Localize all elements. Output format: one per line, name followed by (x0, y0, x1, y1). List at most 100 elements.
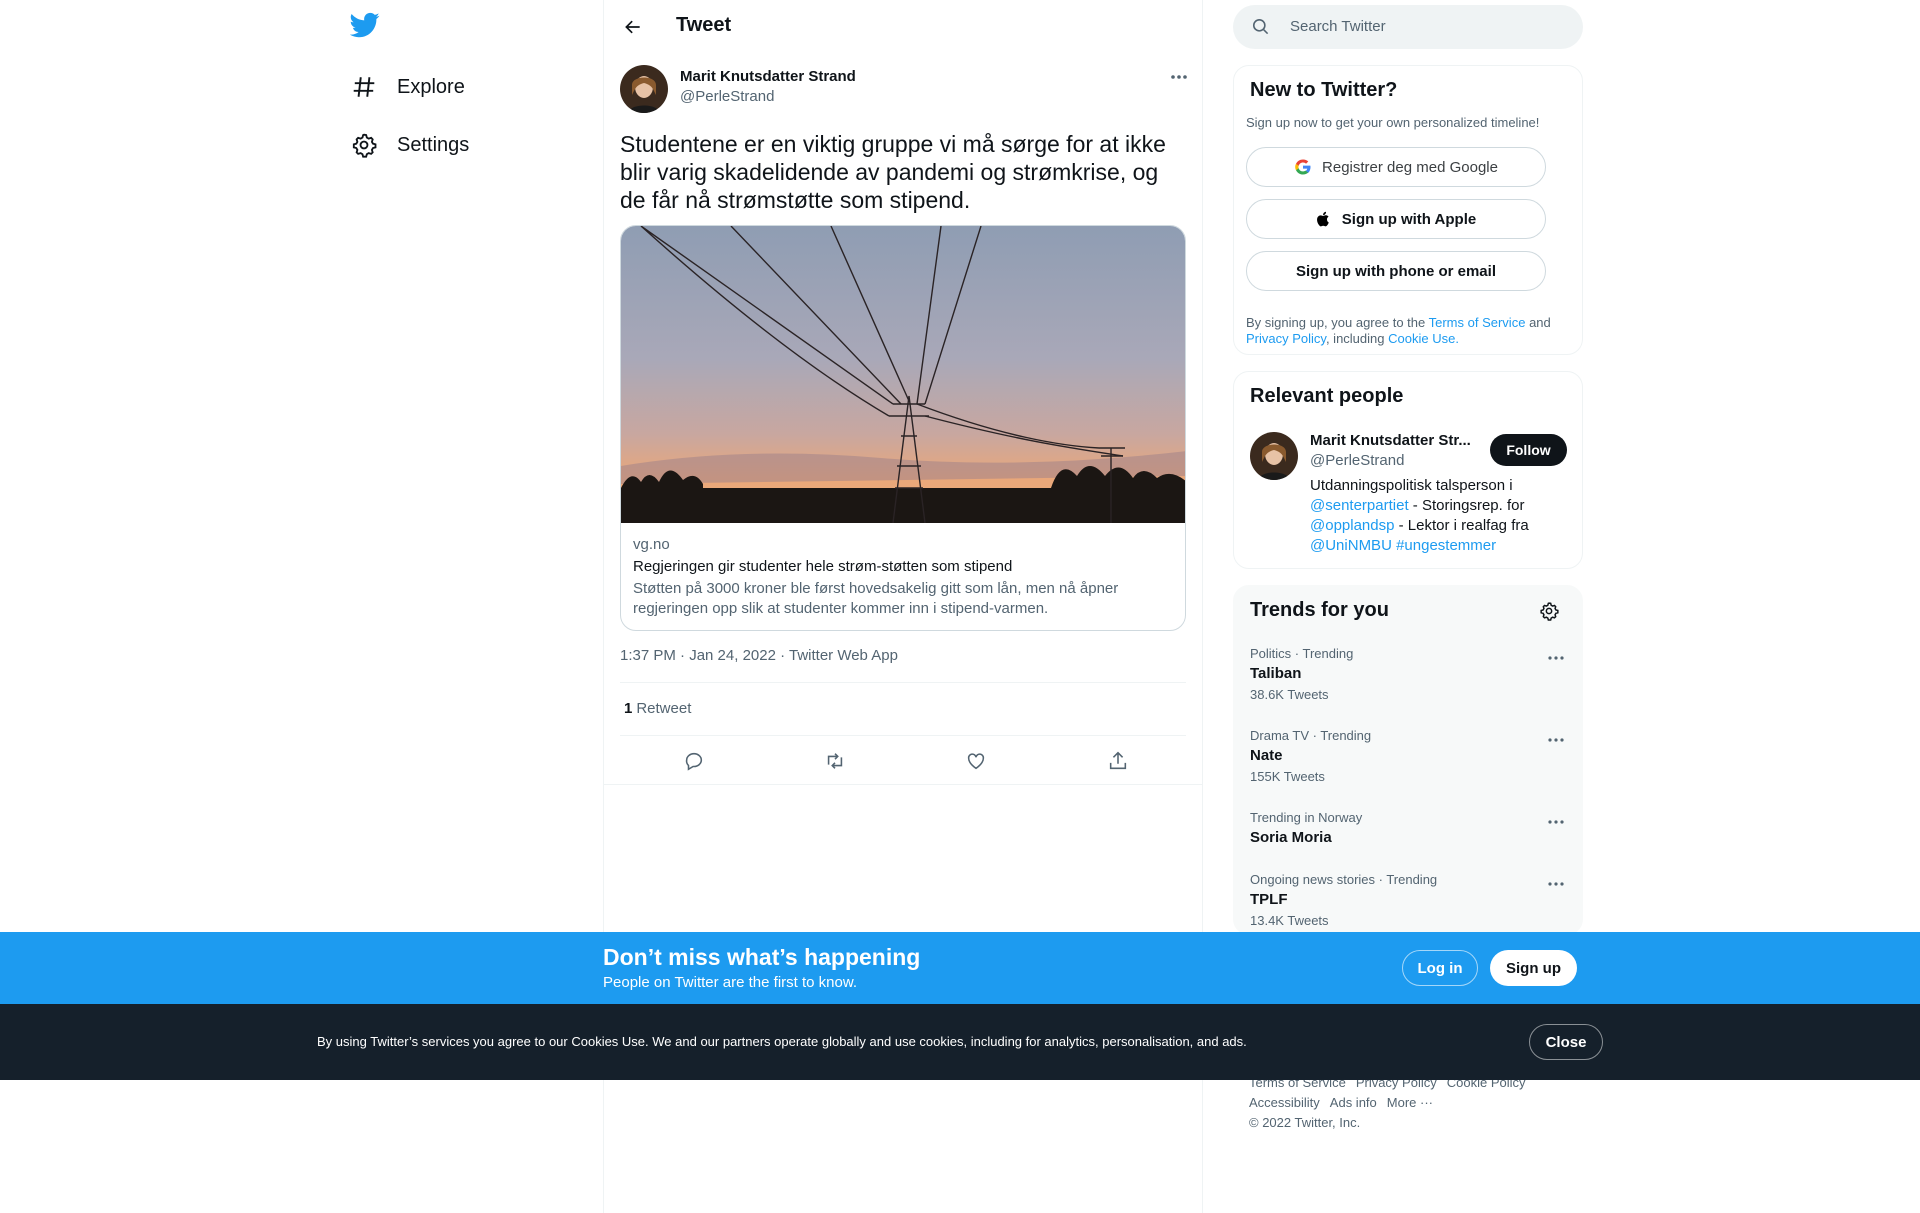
bio-link-uninmbu[interactable]: @UniNMBU (1310, 537, 1392, 554)
search-bar[interactable]: Search Twitter (1233, 5, 1583, 49)
footer-accessibility-link[interactable]: Accessibility (1249, 1095, 1320, 1110)
bio-text: Utdanningspolitisk talsperson i (1310, 477, 1513, 494)
footer-links: Accessibility Ads info More ··· (1249, 1093, 1443, 1113)
trend-context: Drama TV · Trending (1250, 728, 1372, 743)
bio-link-opplandsp[interactable]: @opplandsp (1310, 517, 1394, 534)
retweet-icon[interactable] (817, 746, 853, 776)
reply-icon[interactable] (676, 746, 712, 776)
bio-text: - Lektor i realfag fra (1394, 517, 1529, 534)
trend-item[interactable]: Ongoing news stories · Trending TPLF 13.… (1250, 872, 1568, 929)
trend-context: Ongoing news stories · Trending (1250, 872, 1438, 887)
trend-item[interactable]: Trending in Norway Soria Moria (1250, 810, 1568, 848)
trend-item[interactable]: Politics · Trending Taliban 38.6K Tweets (1250, 646, 1568, 703)
legal-prefix: By signing up, you agree to the (1246, 315, 1426, 330)
more-options-icon[interactable] (1544, 730, 1568, 750)
signup-box: New to Twitter? Sign up now to get your … (1233, 65, 1583, 355)
signup-button[interactable]: Sign up (1490, 950, 1577, 986)
card-meta: vg.no Regjeringen gir studenter hele str… (633, 535, 1173, 619)
person-name[interactable]: Marit Knutsdatter Str... (1310, 432, 1480, 449)
twitter-logo-icon[interactable] (349, 10, 386, 46)
relevant-people-title: Relevant people (1250, 385, 1404, 407)
like-icon[interactable] (958, 746, 994, 776)
signup-banner: Don’t miss what’s happening People on Tw… (0, 932, 1920, 1004)
trends-settings-icon[interactable] (1539, 601, 1559, 626)
share-icon[interactable] (1100, 746, 1136, 776)
nav-explore[interactable]: Explore (350, 63, 465, 111)
card-description: Støtten på 3000 kroner ble først hovedsa… (633, 580, 1119, 617)
bio-hashtag-ungestemmer[interactable]: #ungestemmer (1396, 537, 1496, 554)
search-icon (1251, 17, 1270, 41)
follow-button[interactable]: Follow (1490, 434, 1567, 466)
page-title: Tweet (676, 14, 732, 36)
more-options-icon[interactable] (1164, 66, 1194, 88)
person-handle[interactable]: @PerleStrand (1310, 452, 1404, 469)
link-card[interactable]: vg.no Regjeringen gir studenter hele str… (620, 225, 1186, 631)
login-button[interactable]: Log in (1402, 950, 1478, 986)
divider (620, 735, 1186, 736)
more-options-icon[interactable] (1544, 874, 1568, 894)
tweet-text: Studentene er en viktig gruppe vi må sør… (620, 131, 1166, 213)
trend-count: 13.4K Tweets (1250, 913, 1329, 928)
apple-icon (1316, 210, 1332, 228)
trend-name: Taliban (1250, 665, 1302, 682)
trend-item[interactable]: Drama TV · Trending Nate 155K Tweets (1250, 728, 1568, 785)
banner-title: Don’t miss what’s happening (603, 944, 921, 970)
person-bio: Utdanningspolitisk talsperson i @senterp… (1310, 476, 1560, 556)
gear-icon (350, 131, 378, 159)
card-domain: vg.no (633, 536, 670, 553)
footer-copyright: © 2022 Twitter, Inc. (1249, 1115, 1361, 1130)
trends-title: Trends for you (1250, 599, 1389, 621)
author-handle[interactable]: @PerleStrand (680, 88, 774, 105)
retweet-label: Retweet (636, 700, 692, 717)
trends-box: Trends for you Politics · Trending Talib… (1233, 585, 1583, 935)
terms-link[interactable]: Terms of Service (1429, 315, 1526, 330)
bio-text: - Storingsrep. for (1408, 497, 1525, 514)
cookie-text: By using Twitter’s services you agree to… (317, 1034, 1247, 1049)
author-name[interactable]: Marit Knutsdatter Strand (680, 68, 856, 85)
cookie-use-link[interactable]: Cookie Use. (1388, 331, 1459, 346)
nav-settings-label: Settings (397, 133, 470, 156)
relevant-people-box: Relevant people Marit Knutsdatter Str...… (1233, 371, 1583, 569)
trend-name: TPLF (1250, 891, 1288, 908)
nav-explore-label: Explore (397, 75, 465, 98)
legal-including: , including (1325, 331, 1385, 346)
more-options-icon[interactable] (1544, 812, 1568, 832)
card-image (621, 226, 1185, 523)
phone-email-signup-button[interactable]: Sign up with phone or email (1246, 251, 1546, 291)
tweet-timestamp[interactable]: 1:37 PM · Jan 24, 2022 · Twitter Web App (620, 647, 898, 664)
trend-name: Nate (1250, 747, 1283, 764)
legal-and: and (1529, 315, 1551, 330)
google-signup-label: Registrer deg med Google (1322, 158, 1498, 176)
apple-signup-button[interactable]: Sign up with Apple (1246, 199, 1546, 239)
google-icon (1294, 158, 1312, 176)
cookie-banner: By using Twitter’s services you agree to… (0, 1004, 1920, 1080)
retweet-stats[interactable]: 1 Retweet (624, 700, 691, 717)
trend-context: Politics · Trending (1250, 646, 1354, 661)
trend-context: Trending in Norway (1250, 810, 1363, 825)
trend-count: 38.6K Tweets (1250, 687, 1329, 702)
nav-settings[interactable]: Settings (350, 121, 469, 169)
divider (604, 784, 1202, 785)
footer-more-link[interactable]: More ··· (1387, 1095, 1433, 1110)
cookie-close-button[interactable]: Close (1529, 1024, 1603, 1060)
retweet-count: 1 (624, 700, 633, 717)
more-options-icon[interactable] (1544, 648, 1568, 668)
card-title: Regjeringen gir studenter hele strøm-stø… (633, 558, 1013, 575)
divider (620, 682, 1186, 683)
tweet-actions (620, 746, 1186, 776)
phone-email-signup-label: Sign up with phone or email (1295, 262, 1496, 280)
trend-count: 155K Tweets (1250, 769, 1325, 784)
search-input[interactable]: Search Twitter (1290, 18, 1386, 35)
author-avatar[interactable] (620, 65, 668, 113)
person-avatar[interactable] (1250, 432, 1298, 480)
signup-title: New to Twitter? (1250, 79, 1398, 101)
banner-subtitle: People on Twitter are the first to know. (603, 974, 858, 991)
trend-name: Soria Moria (1250, 829, 1332, 846)
footer-ads-info-link[interactable]: Ads info (1330, 1095, 1377, 1110)
google-signup-button[interactable]: Registrer deg med Google (1246, 147, 1546, 187)
signup-legal-text: By signing up, you agree to the Terms of… (1246, 315, 1566, 347)
back-arrow-icon[interactable] (616, 10, 650, 44)
bio-link-senterpartiet[interactable]: @senterpartiet (1310, 497, 1409, 514)
privacy-link[interactable]: Privacy Policy (1246, 331, 1326, 346)
apple-signup-label: Sign up with Apple (1341, 210, 1477, 228)
